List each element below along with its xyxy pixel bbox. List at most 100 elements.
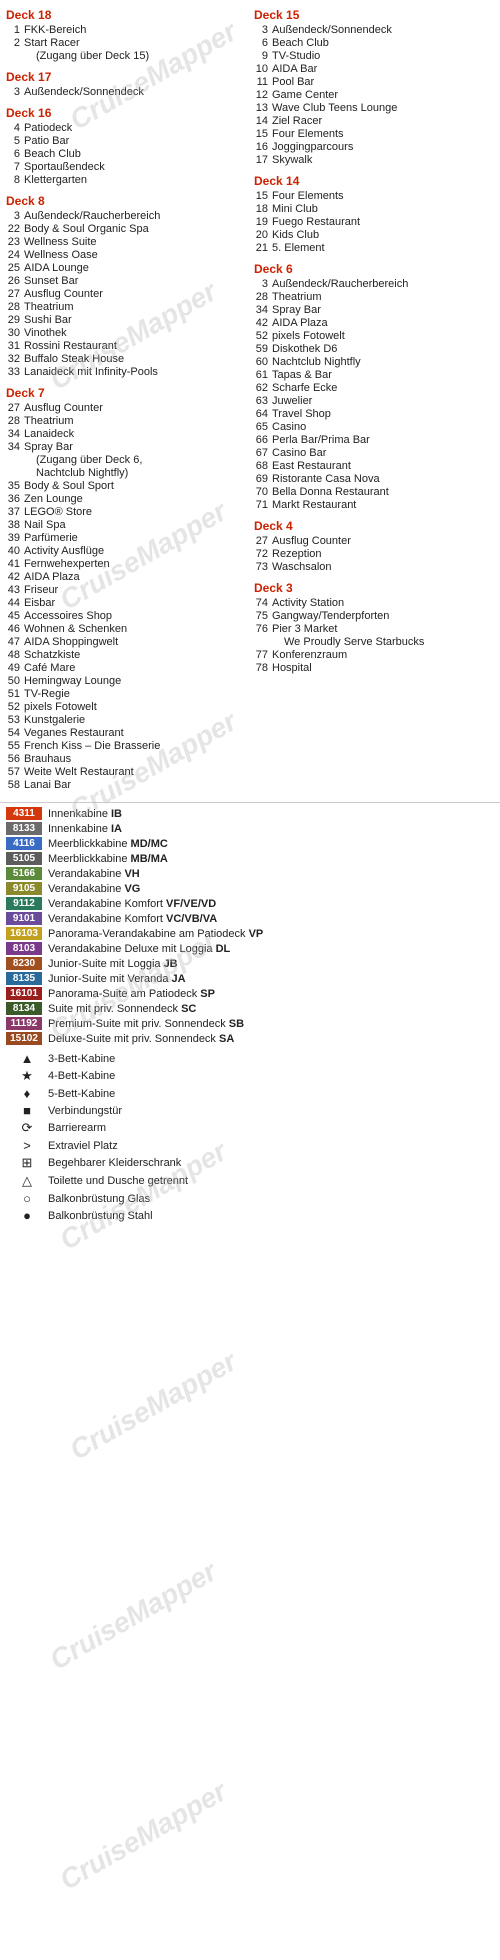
item-number: 14 — [254, 115, 272, 127]
deck-title: Deck 8 — [6, 194, 244, 208]
item-label: AIDA Lounge — [24, 262, 244, 274]
item-number: 31 — [6, 340, 24, 352]
deck-item: 23Wellness Suite — [6, 236, 244, 248]
symbol-icon: ★ — [6, 1068, 48, 1084]
cabin-legend-row: 8135Junior-Suite mit Veranda JA — [6, 972, 494, 985]
item-label: Lanaideck mit Infinity-Pools — [24, 366, 244, 378]
symbol-label: Barrierearm — [48, 1122, 106, 1134]
item-label: Theatrium — [24, 415, 244, 427]
deck-item: 42AIDA Plaza — [254, 317, 494, 329]
item-label: FKK-Bereich — [24, 24, 244, 36]
item-number: 74 — [254, 597, 272, 609]
item-number: 1 — [6, 24, 24, 36]
deck-item: 48Schatzkiste — [6, 649, 244, 661]
item-label: Accessoires Shop — [24, 610, 244, 622]
item-number: 75 — [254, 610, 272, 622]
cabin-type-code: DL — [216, 943, 231, 955]
cabin-badge: 9101 — [6, 912, 42, 925]
deck-item: 77Konferenzraum — [254, 649, 494, 661]
symbol-row: ⊞Begehbarer Kleiderschrank — [6, 1155, 494, 1171]
deck-item: 17Skywalk — [254, 154, 494, 166]
deck-item: 44Eisbar — [6, 597, 244, 609]
item-label: Juwelier — [272, 395, 494, 407]
legend-section: 4311Innenkabine IB8133Innenkabine IA4116… — [0, 802, 500, 1233]
item-number: 41 — [6, 558, 24, 570]
cabin-type-code: IB — [111, 808, 122, 820]
cabin-legend-row: 8103Verandakabine Deluxe mit Loggia DL — [6, 942, 494, 955]
deck-item: 62Scharfe Ecke — [254, 382, 494, 394]
item-number: 9 — [254, 50, 272, 62]
symbol-label: Verbindungstür — [48, 1105, 122, 1117]
item-number: 3 — [254, 24, 272, 36]
item-number: 68 — [254, 460, 272, 472]
cabin-label: Meerblickkabine MB/MA — [48, 853, 168, 865]
item-number: 42 — [6, 571, 24, 583]
cabin-type-code: SB — [229, 1018, 244, 1030]
watermark: CruiseMapper — [65, 1345, 243, 1466]
cabin-badge: 4116 — [6, 837, 42, 850]
deck-item: 10AIDA Bar — [254, 63, 494, 75]
deck-item: 42AIDA Plaza — [6, 571, 244, 583]
item-number: 52 — [6, 701, 24, 713]
deck-item: 65Casino — [254, 421, 494, 433]
cabin-badge: 8135 — [6, 972, 42, 985]
item-label: Ziel Racer — [272, 115, 494, 127]
item-number: 69 — [254, 473, 272, 485]
item-number: 10 — [254, 63, 272, 75]
cabin-badge: 4311 — [6, 807, 42, 820]
item-label: Rossini Restaurant — [24, 340, 244, 352]
item-number: 45 — [6, 610, 24, 622]
item-number: 6 — [254, 37, 272, 49]
item-label: TV-Studio — [272, 50, 494, 62]
item-number: 33 — [6, 366, 24, 378]
item-label: LEGO® Store — [24, 506, 244, 518]
cabin-label: Panorama-Suite am Patiodeck SP — [48, 988, 215, 1000]
item-label: Pool Bar — [272, 76, 494, 88]
deck-item: 215. Element — [254, 242, 494, 254]
deck-item: 34Spray Bar — [6, 441, 244, 453]
deck-item: 34Spray Bar — [254, 304, 494, 316]
deck-item: 3Außendeck/Sonnendeck — [254, 24, 494, 36]
item-label: Fernwehexperten — [24, 558, 244, 570]
deck-item: (Zugang über Deck 6, — [6, 454, 244, 466]
item-label: Diskothek D6 — [272, 343, 494, 355]
item-number: 6 — [6, 148, 24, 160]
item-label: Patio Bar — [24, 135, 244, 147]
deck-item: Nachtclub Nightfly) — [6, 467, 244, 479]
cabin-legend-row: 8134Suite mit priv. Sonnendeck SC — [6, 1002, 494, 1015]
deck-item: 7Sportaußendeck — [6, 161, 244, 173]
item-label: Casino — [272, 421, 494, 433]
deck-item: 28Theatrium — [6, 415, 244, 427]
item-label: Rezeption — [272, 548, 494, 560]
deck-item: 47AIDA Shoppingwelt — [6, 636, 244, 648]
deck-item: 50Hemingway Lounge — [6, 675, 244, 687]
symbol-label: 5-Bett-Kabine — [48, 1088, 115, 1100]
deck-item: 59Diskothek D6 — [254, 343, 494, 355]
symbol-icon: ■ — [6, 1103, 48, 1118]
deck-item: 40Activity Ausflüge — [6, 545, 244, 557]
item-number: 70 — [254, 486, 272, 498]
cabin-badge: 8103 — [6, 942, 42, 955]
deck-item: 9TV-Studio — [254, 50, 494, 62]
deck-item: 3Außendeck/Raucherbereich — [6, 210, 244, 222]
item-number: 71 — [254, 499, 272, 511]
item-number: 7 — [6, 161, 24, 173]
item-label: Kunstgalerie — [24, 714, 244, 726]
deck-item: 52pixels Fotowelt — [254, 330, 494, 342]
deck-item: 3Außendeck/Sonnendeck — [6, 86, 244, 98]
deck-item: 71Markt Restaurant — [254, 499, 494, 511]
cabin-type-code: VP — [249, 928, 264, 940]
symbol-label: Begehbarer Kleiderschrank — [48, 1157, 181, 1169]
deck-item: 3Außendeck/Raucherbereich — [254, 278, 494, 290]
deck-item: 64Travel Shop — [254, 408, 494, 420]
item-label: Markt Restaurant — [272, 499, 494, 511]
item-number: 77 — [254, 649, 272, 661]
item-label: Wellness Oase — [24, 249, 244, 261]
cabin-legend-row: 8133Innenkabine IA — [6, 822, 494, 835]
cabin-type-code: IA — [111, 823, 122, 835]
cabin-legend-row: 16103Panorama-Verandakabine am Patiodeck… — [6, 927, 494, 940]
cabin-label: Premium-Suite mit priv. Sonnendeck SB — [48, 1018, 244, 1030]
symbol-label: 4-Bett-Kabine — [48, 1070, 115, 1082]
item-label: Beach Club — [24, 148, 244, 160]
item-number: 26 — [6, 275, 24, 287]
